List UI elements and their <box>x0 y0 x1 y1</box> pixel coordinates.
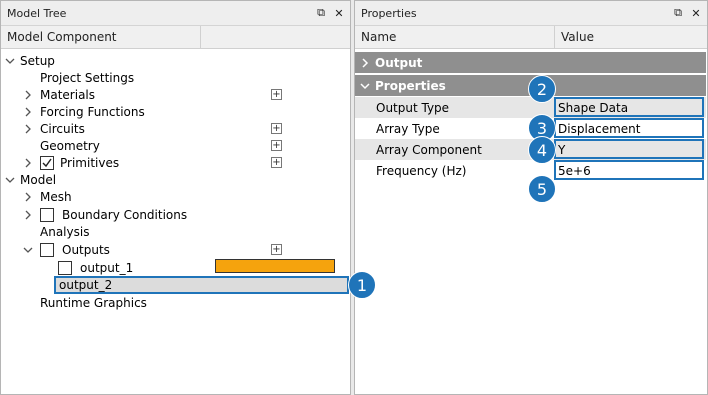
chevron-right-icon[interactable] <box>22 106 34 118</box>
callout-badge-2: 2 <box>528 75 556 103</box>
callout-badge-1: 1 <box>348 271 376 299</box>
tree-item-analysis[interactable]: Analysis <box>40 223 89 240</box>
close-icon[interactable]: ✕ <box>332 7 346 20</box>
chevron-right-icon[interactable] <box>22 209 34 221</box>
properties-column-header: Name Value <box>355 26 707 49</box>
group-label: Output <box>375 55 423 70</box>
name-column-header[interactable]: Name <box>355 26 555 48</box>
output-1-color-swatch[interactable] <box>215 259 335 273</box>
tree-item-outputs[interactable]: Outputs <box>22 241 110 258</box>
chevron-down-icon[interactable] <box>4 55 16 67</box>
tree-item-label: Forcing Functions <box>40 104 145 119</box>
chevron-down-icon[interactable] <box>4 174 16 186</box>
tree-item-label: Outputs <box>62 242 110 257</box>
tree-item-label: Model <box>20 172 57 187</box>
model-tree-titlebar: Model Tree ⧉ ✕ <box>1 1 350 26</box>
chevron-right-icon[interactable] <box>22 157 34 169</box>
highlight-array-type <box>554 118 704 138</box>
add-material-button[interactable]: + <box>271 89 282 100</box>
model-tree-column-header: Model Component <box>1 26 350 49</box>
tree-item-label: Materials <box>40 87 96 102</box>
properties-title: Properties <box>361 6 417 20</box>
chevron-right-icon[interactable] <box>22 123 34 135</box>
chevron-right-icon[interactable] <box>355 57 375 68</box>
callout-badge-5: 5 <box>528 175 556 203</box>
tree-item-label: output_2 <box>59 278 113 292</box>
chevron-down-icon[interactable] <box>355 81 375 91</box>
tree-item-label: Mesh <box>40 189 72 204</box>
property-name: Array Component <box>376 142 482 157</box>
tree-item-label: Project Settings <box>40 70 135 85</box>
tree-item-materials[interactable]: Materials <box>22 86 95 103</box>
tree-item-model[interactable]: Model <box>4 171 56 188</box>
tree-item-label: Circuits <box>40 121 85 136</box>
model-component-header[interactable]: Model Component <box>1 26 201 48</box>
chevron-right-icon[interactable] <box>22 191 34 203</box>
primitives-checkbox[interactable] <box>40 155 54 170</box>
chevron-down-icon[interactable] <box>22 244 34 256</box>
property-name: Output Type <box>376 100 450 115</box>
model-tree-title: Model Tree <box>7 6 67 20</box>
model-tree-extra-header <box>201 26 207 48</box>
close-icon[interactable]: ✕ <box>689 7 703 20</box>
highlight-output-type <box>554 97 704 117</box>
highlight-frequency <box>554 160 704 180</box>
tree-item-project-settings[interactable]: Project Settings <box>40 69 134 86</box>
tree-item-label: Primitives <box>60 155 120 170</box>
add-primitive-button[interactable]: + <box>271 157 282 168</box>
tree-item-label: Setup <box>20 53 55 68</box>
tree-item-label: Geometry <box>40 138 100 153</box>
checkmark-icon <box>42 158 52 167</box>
group-output[interactable]: Output <box>355 52 706 73</box>
tree-item-boundary-conditions[interactable]: Boundary Conditions <box>22 206 187 223</box>
callout-badge-4: 4 <box>528 136 556 164</box>
float-window-icon[interactable]: ⧉ <box>671 6 685 20</box>
add-circuit-button[interactable]: + <box>271 123 282 134</box>
tree-item-label: Boundary Conditions <box>62 207 188 222</box>
tree-item-label: Runtime Graphics <box>40 295 147 310</box>
tree-item-setup[interactable]: Setup <box>4 52 55 69</box>
float-window-icon[interactable]: ⧉ <box>314 6 328 20</box>
tree-item-label: Analysis <box>40 224 90 239</box>
property-name: Frequency (Hz) <box>376 163 467 178</box>
property-name: Array Type <box>376 121 440 136</box>
outputs-checkbox[interactable] <box>40 242 54 257</box>
output-1-checkbox[interactable] <box>58 260 72 275</box>
tree-item-label: output_1 <box>80 260 134 275</box>
boundary-conditions-checkbox[interactable] <box>40 207 54 222</box>
tree-item-geometry[interactable]: Geometry <box>40 137 100 154</box>
add-output-button[interactable]: + <box>271 244 282 255</box>
highlight-array-component <box>554 139 704 159</box>
add-geometry-button[interactable]: + <box>271 140 282 151</box>
tree-item-output-2[interactable]: output_2 <box>54 276 349 294</box>
properties-titlebar: Properties ⧉ ✕ <box>355 1 707 26</box>
tree-item-runtime-graphics[interactable]: Runtime Graphics <box>40 294 147 311</box>
tree-item-forcing-functions[interactable]: Forcing Functions <box>22 103 145 120</box>
tree-item-output-1[interactable]: output_1 <box>58 259 133 276</box>
group-label: Properties <box>375 78 446 93</box>
tree-item-primitives[interactable]: Primitives <box>22 154 119 171</box>
value-column-header[interactable]: Value <box>555 26 594 48</box>
tree-item-mesh[interactable]: Mesh <box>22 188 72 205</box>
tree-item-circuits[interactable]: Circuits <box>22 120 85 137</box>
chevron-right-icon[interactable] <box>22 89 34 101</box>
